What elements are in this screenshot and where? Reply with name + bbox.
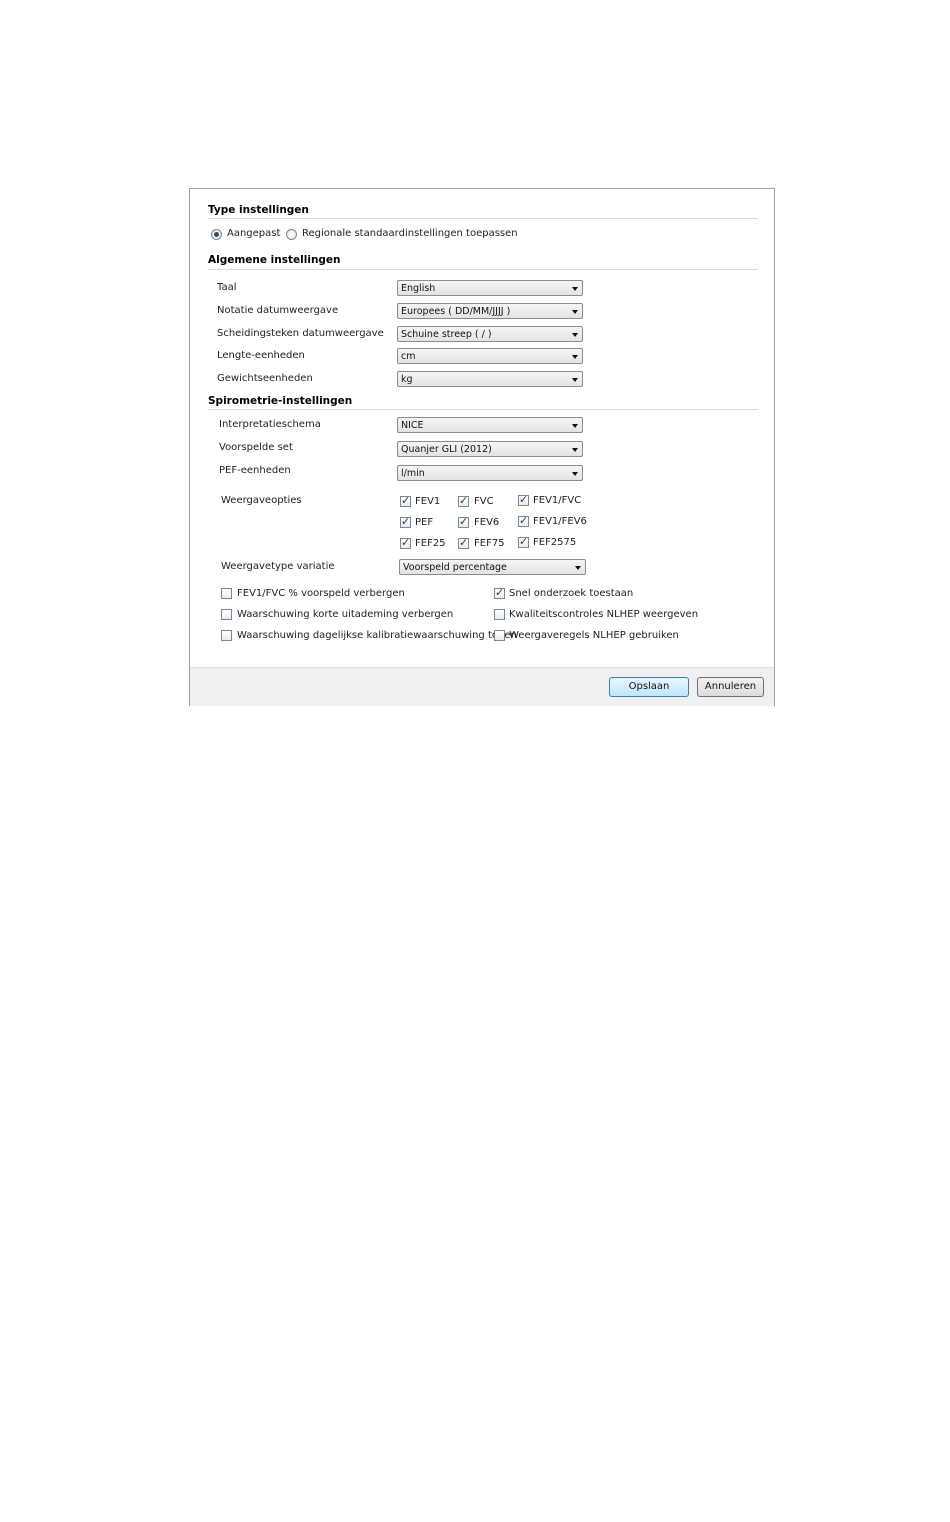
section-divider [208,269,758,270]
section-divider [208,218,758,219]
chevron-down-icon [575,566,581,570]
checkbox-fev1-label: FEV1 [415,496,441,507]
variation-value: Voorspeld percentage [403,562,507,573]
spirometry-settings-title: Spirometrie-instellingen [208,395,353,407]
check-icon: ✓ [519,514,529,527]
checkbox-fev1-fvc[interactable]: ✓ [518,493,529,506]
checkbox-fvc[interactable]: ✓ [458,494,469,507]
radio-selected-dot [214,232,219,237]
type-settings-title: Type instellingen [208,204,309,216]
checkbox-fef2575[interactable]: ✓ [518,535,529,548]
checkbox-fev6-label: FEV6 [474,517,500,528]
checkbox-nlhep-rules-label: Weergaveregels NLHEP gebruiken [509,630,679,641]
checkbox-fev6[interactable]: ✓ [458,515,469,528]
chevron-down-icon [572,378,578,382]
date-format-label: Notatie datumweergave [217,305,339,316]
dialog-footer: Opslaan Annuleren [190,667,774,706]
checkbox-hide-short-exhale-warning[interactable] [221,609,232,620]
cancel-button[interactable]: Annuleren [697,677,764,697]
checkbox-quick-test-label: Snel onderzoek toestaan [509,588,634,599]
variation-select[interactable]: Voorspeld percentage [399,559,586,575]
pef-units-value: l/min [401,468,425,479]
weight-units-select[interactable]: kg [397,371,583,387]
predicted-set-value: Quanjer GLI (2012) [401,444,492,455]
date-separator-value: Schuine streep ( / ) [401,329,492,340]
checkbox-quick-test[interactable]: ✓ [494,586,505,599]
interpretation-value: NICE [401,420,424,431]
chevron-down-icon [572,287,578,291]
length-units-value: cm [401,351,416,362]
checkbox-hide-short-exhale-warning-label: Waarschuwing korte uitademing verbergen [237,609,454,620]
date-format-value: Europees ( DD/MM/JJJJ ) [401,306,511,317]
interpretation-label: Interpretatieschema [219,419,321,430]
chevron-down-icon [572,424,578,428]
taal-select[interactable]: English [397,280,583,296]
chevron-down-icon [572,333,578,337]
length-units-label: Lengte-eenheden [217,350,305,361]
checkbox-fev1-fev6[interactable]: ✓ [518,514,529,527]
check-icon: ✓ [401,536,411,549]
check-icon: ✓ [519,493,529,506]
checkbox-fef75[interactable]: ✓ [458,536,469,549]
weight-units-value: kg [401,374,413,385]
check-icon: ✓ [401,515,411,528]
checkbox-fev1-fvc-label: FEV1/FVC [533,495,582,506]
display-options-label: Weergaveopties [221,495,302,506]
checkbox-show-calibration-warning-label: Waarschuwing dagelijkse kalibratiewaarsc… [237,630,517,641]
section-divider [208,409,758,410]
taal-value: English [401,283,436,294]
radio-aangepast[interactable] [211,229,222,240]
general-settings-title: Algemene instellingen [208,254,341,266]
check-icon: ✓ [459,536,469,549]
checkbox-pef[interactable]: ✓ [400,515,411,528]
radio-regionale[interactable] [286,229,297,240]
checkbox-hide-fev1fvc-predicted[interactable] [221,588,232,599]
length-units-select[interactable]: cm [397,348,583,364]
checkbox-fef75-label: FEF75 [474,538,505,549]
chevron-down-icon [572,448,578,452]
checkbox-fef25[interactable]: ✓ [400,536,411,549]
check-icon: ✓ [459,515,469,528]
check-icon: ✓ [401,494,411,507]
pef-units-label: PEF-eenheden [219,465,291,476]
variation-label: Weergavetype variatie [221,561,335,572]
checkbox-pef-label: PEF [415,517,434,528]
settings-dialog: Type instellingen Aangepast Regionale st… [189,188,775,706]
radio-regionale-label: Regionale standaardinstellingen toepasse… [302,228,518,239]
predicted-set-select[interactable]: Quanjer GLI (2012) [397,441,583,457]
checkbox-nlhep-quality[interactable] [494,609,505,620]
checkbox-fef2575-label: FEF2575 [533,537,577,548]
check-icon: ✓ [519,535,529,548]
checkbox-fev1[interactable]: ✓ [400,494,411,507]
chevron-down-icon [572,310,578,314]
radio-aangepast-label: Aangepast [227,228,281,239]
checkbox-hide-fev1fvc-predicted-label: FEV1/FVC % voorspeld verbergen [237,588,405,599]
date-separator-label: Scheidingsteken datumweergave [217,328,384,339]
predicted-set-label: Voorspelde set [219,442,293,453]
checkbox-nlhep-quality-label: Kwaliteitscontroles NLHEP weergeven [509,609,699,620]
weight-units-label: Gewichtseenheden [217,373,313,384]
date-format-select[interactable]: Europees ( DD/MM/JJJJ ) [397,303,583,319]
checkbox-show-calibration-warning[interactable] [221,630,232,641]
interpretation-select[interactable]: NICE [397,417,583,433]
pef-units-select[interactable]: l/min [397,465,583,481]
taal-label: Taal [217,282,237,293]
checkbox-fev1-fev6-label: FEV1/FEV6 [533,516,587,527]
date-separator-select[interactable]: Schuine streep ( / ) [397,326,583,342]
checkbox-nlhep-rules[interactable] [494,630,505,641]
check-icon: ✓ [495,586,505,599]
chevron-down-icon [572,355,578,359]
save-button[interactable]: Opslaan [609,677,689,697]
check-icon: ✓ [459,494,469,507]
chevron-down-icon [572,472,578,476]
checkbox-fvc-label: FVC [474,496,494,507]
checkbox-fef25-label: FEF25 [415,538,446,549]
